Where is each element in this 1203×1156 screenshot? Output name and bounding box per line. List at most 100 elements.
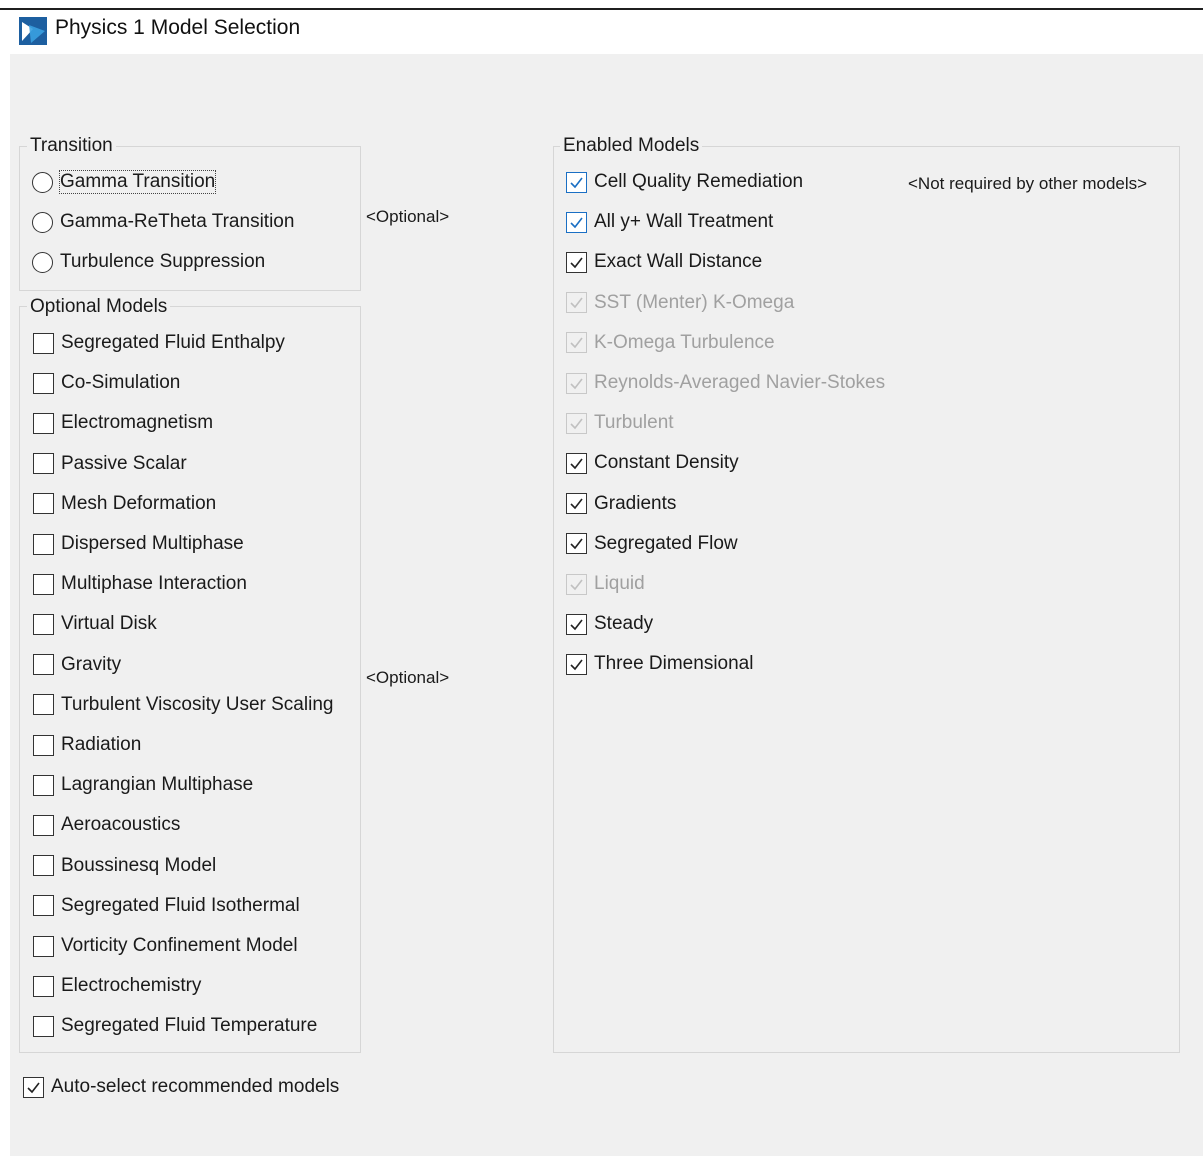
optional-model-label: Gravity: [61, 653, 122, 675]
optional-model-label: Co-Simulation: [61, 372, 181, 394]
checkbox[interactable]: [566, 452, 587, 474]
checkbox[interactable]: [566, 211, 587, 233]
optional-model-item[interactable]: Segregated Fluid Isothermal: [33, 891, 300, 921]
enabled-model-label: Gradients: [594, 492, 677, 514]
auto-select-checkbox-row[interactable]: Auto-select recommended models: [23, 1072, 339, 1102]
enabled-model-item: K-Omega Turbulence: [566, 328, 775, 358]
checkbox[interactable]: [33, 895, 54, 917]
optional-model-item[interactable]: Electromagnetism: [33, 408, 213, 438]
checkmark-icon: [570, 257, 583, 269]
checkbox[interactable]: [566, 533, 587, 555]
radio-button[interactable]: [32, 171, 53, 193]
optional-model-item[interactable]: Co-Simulation: [33, 368, 180, 398]
enabled-model-item: Reynolds-Averaged Navier-Stokes: [566, 368, 885, 398]
optional-model-item[interactable]: Multiphase Interaction: [33, 569, 247, 599]
checkbox[interactable]: [33, 493, 54, 515]
checkbox[interactable]: [566, 613, 587, 635]
enabled-model-label: K-Omega Turbulence: [594, 331, 775, 353]
optional-model-label: Multiphase Interaction: [61, 573, 247, 595]
radio-button[interactable]: [32, 251, 53, 273]
checkbox[interactable]: [33, 694, 54, 716]
checkbox[interactable]: [33, 412, 54, 434]
checkbox[interactable]: [566, 493, 587, 515]
checkbox[interactable]: [33, 814, 54, 836]
optional-model-label: Mesh Deformation: [61, 492, 217, 514]
optional-model-item[interactable]: Aeroacoustics: [33, 810, 180, 840]
checkbox[interactable]: [33, 533, 54, 555]
checkmark-icon: [570, 458, 583, 470]
window-title: Physics 1 Model Selection: [55, 16, 301, 39]
transition-option[interactable]: Turbulence Suppression: [32, 247, 265, 277]
optional-model-label: Aeroacoustics: [61, 814, 181, 836]
optional-model-label: Electrochemistry: [61, 975, 202, 997]
optional-model-item[interactable]: Dispersed Multiphase: [33, 529, 244, 559]
enabled-model-item[interactable]: Segregated Flow: [566, 529, 738, 559]
checkmark-icon: [570, 538, 583, 550]
checkbox: [566, 292, 587, 314]
optional-model-label: Segregated Fluid Temperature: [61, 1015, 318, 1037]
checkmark-icon: [570, 297, 583, 309]
optional-model-item[interactable]: Gravity: [33, 650, 121, 680]
transition-option-label: Turbulence Suppression: [60, 251, 266, 272]
optional-model-item[interactable]: Radiation: [33, 730, 141, 760]
checkbox[interactable]: [566, 251, 587, 273]
checkbox[interactable]: [33, 573, 54, 595]
optional-model-label: Segregated Fluid Enthalpy: [61, 332, 285, 353]
checkbox[interactable]: [33, 654, 54, 676]
checkbox[interactable]: [33, 372, 54, 394]
enabled-model-item[interactable]: All y+ Wall Treatment: [566, 207, 773, 237]
optional-model-item[interactable]: Vorticity Confinement Model: [33, 931, 298, 961]
enabled-model-item[interactable]: Gradients: [566, 489, 676, 519]
optional-model-item[interactable]: Mesh Deformation: [33, 489, 216, 519]
checkbox: [566, 412, 587, 434]
auto-select-label: Auto-select recommended models: [51, 1076, 340, 1097]
checkbox[interactable]: [33, 855, 54, 877]
optional-model-item[interactable]: Turbulent Viscosity User Scaling: [33, 690, 333, 720]
enabled-model-item[interactable]: Steady: [566, 609, 653, 639]
checkbox[interactable]: [33, 975, 54, 997]
transition-option[interactable]: Gamma-ReTheta Transition: [32, 207, 294, 237]
optional-model-item[interactable]: Virtual Disk: [33, 609, 157, 639]
optional-model-label: Dispersed Multiphase: [61, 533, 244, 554]
optional-model-item[interactable]: Boussinesq Model: [33, 851, 216, 881]
optional-model-item[interactable]: Segregated Fluid Temperature: [33, 1011, 317, 1041]
checkbox[interactable]: [33, 734, 54, 756]
checkmark-icon: [570, 418, 583, 429]
checkbox[interactable]: [33, 332, 54, 354]
optional-model-label: Passive Scalar: [61, 452, 187, 474]
enabled-model-item[interactable]: Three Dimensional: [566, 649, 753, 679]
transition-option[interactable]: Gamma Transition: [32, 167, 217, 197]
optional-model-item[interactable]: Electrochemistry: [33, 971, 201, 1001]
optional-model-label: Vorticity Confinement Model: [61, 935, 298, 956]
optional-model-label: Segregated Fluid Isothermal: [61, 894, 300, 916]
enabled-models-group-label: Enabled Models: [560, 135, 703, 157]
optional-model-item[interactable]: Lagrangian Multiphase: [33, 770, 253, 800]
not-required-note: <Not required by other models>: [908, 174, 1148, 193]
checkbox[interactable]: [566, 171, 587, 193]
optional-model-item[interactable]: Segregated Fluid Enthalpy: [33, 328, 285, 358]
enabled-model-label: Liquid: [594, 573, 645, 594]
optional-models-note: <Optional>: [366, 668, 450, 687]
optional-models-group-label: Optional Models: [27, 296, 171, 318]
optional-model-item[interactable]: Passive Scalar: [33, 449, 187, 479]
transition-option-label: Gamma-ReTheta Transition: [60, 211, 295, 232]
auto-select-checkbox[interactable]: [23, 1076, 44, 1098]
enabled-model-label: Exact Wall Distance: [594, 251, 763, 273]
checkbox[interactable]: [566, 653, 587, 675]
transition-optional-note: <Optional>: [366, 207, 450, 226]
checkbox[interactable]: [33, 1015, 54, 1037]
enabled-model-item[interactable]: Exact Wall Distance: [566, 247, 762, 277]
checkmark-icon: [570, 177, 583, 188]
transition-option-label: Gamma Transition: [58, 170, 217, 194]
optional-model-label: Boussinesq Model: [61, 854, 217, 876]
enabled-model-item[interactable]: Cell Quality Remediation: [566, 167, 803, 197]
checkbox[interactable]: [33, 935, 54, 957]
optional-model-label: Lagrangian Multiphase: [61, 774, 254, 796]
enabled-model-label: Steady: [594, 613, 654, 635]
radio-button[interactable]: [32, 211, 53, 233]
enabled-model-item[interactable]: Constant Density: [566, 448, 739, 478]
checkbox[interactable]: [33, 774, 54, 796]
enabled-model-item: Liquid: [566, 569, 645, 599]
checkbox[interactable]: [33, 453, 54, 475]
checkbox[interactable]: [33, 613, 54, 635]
